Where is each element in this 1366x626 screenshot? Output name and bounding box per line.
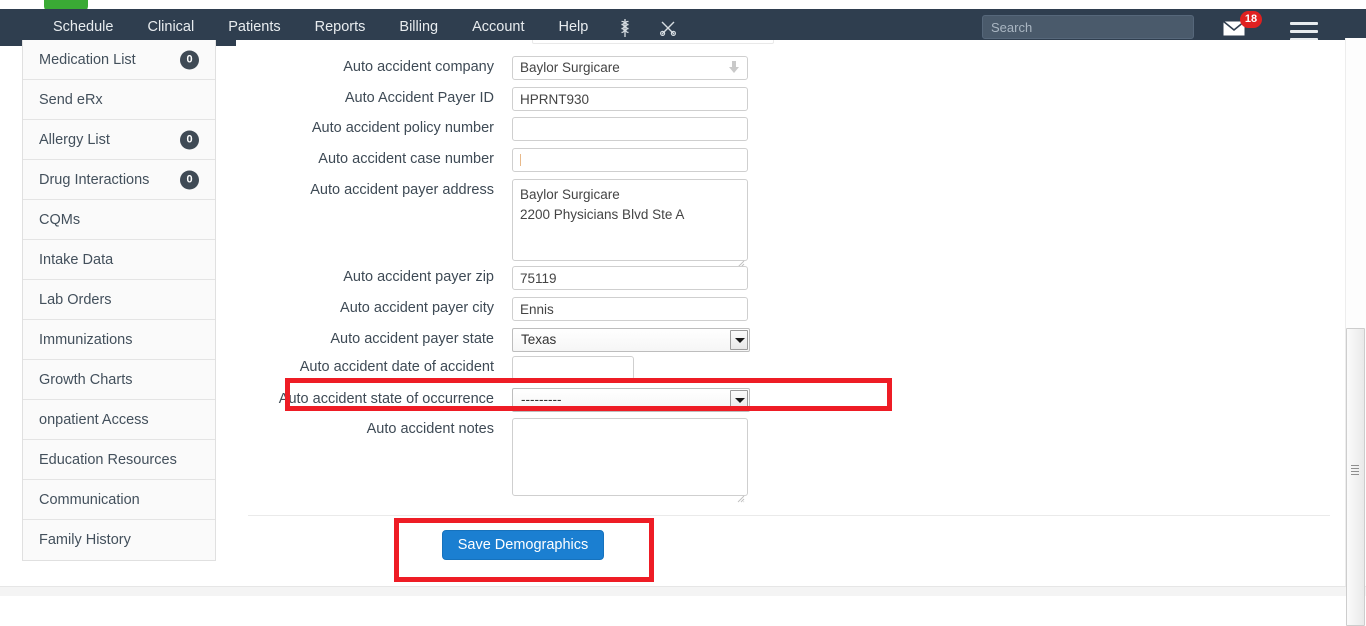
field-control <box>512 87 748 111</box>
sidebar-item-drug-interactions[interactable]: Drug Interactions 0 <box>23 160 215 200</box>
auto-accident-payer-city-input[interactable] <box>512 297 748 321</box>
chart-sidebar: Medication List 0 Send eRx Allergy List … <box>22 40 216 561</box>
field-row-auto-accident-case-number: Auto accident case number <box>236 148 748 172</box>
field-control: --------- <box>512 388 750 412</box>
auto-accident-payer-state-select[interactable]: Texas <box>512 328 750 352</box>
vertical-scrollbar-track[interactable] <box>1345 38 1366 626</box>
field-label: Auto accident case number <box>318 151 494 167</box>
field-row-auto-accident-payer-zip: Auto accident payer zip <box>236 266 748 290</box>
sidebar-item-allergy-list[interactable]: Allergy List 0 <box>23 120 215 160</box>
field-control <box>512 356 634 380</box>
field-row-auto-accident-payer-city: Auto accident payer city <box>236 297 748 321</box>
field-control: Texas <box>512 328 750 352</box>
sidebar-item-family-history[interactable]: Family History <box>23 520 215 560</box>
sidebar-item-send-erx[interactable]: Send eRx <box>23 80 215 120</box>
arrow-down-glyph <box>729 61 739 73</box>
sidebar-item-label: Medication List <box>39 51 136 68</box>
sidebar-item-label: CQMs <box>39 211 81 228</box>
field-control: Baylor Surgicare 2200 Physicians Blvd St… <box>512 179 748 268</box>
sidebar-item-label: Growth Charts <box>39 371 133 388</box>
sidebar-item-count: 0 <box>180 170 199 189</box>
field-label: Auto accident payer address <box>310 182 494 198</box>
sidebar-item-education-resources[interactable]: Education Resources <box>23 440 215 480</box>
sidebar-item-label: onpatient Access <box>39 411 149 428</box>
vertical-scrollbar-thumb[interactable] <box>1346 328 1365 626</box>
field-control <box>512 148 748 172</box>
sidebar-item-label: Family History <box>39 532 131 548</box>
sidebar-item-medication-list[interactable]: Medication List 0 <box>23 40 215 80</box>
field-label: Auto accident payer zip <box>343 269 494 285</box>
field-control <box>512 418 748 503</box>
auto-accident-notes-textarea[interactable] <box>512 418 748 496</box>
auto-accident-payer-address-textarea[interactable]: Baylor Surgicare 2200 Physicians Blvd St… <box>512 179 748 261</box>
auto-accident-payer-id-input[interactable] <box>512 87 748 111</box>
field-row-auto-accident-company: Auto accident company Baylor Surgicare <box>236 56 748 80</box>
field-control <box>512 266 748 290</box>
field-label: Auto accident payer state <box>330 331 494 347</box>
sidebar-item-cqms[interactable]: CQMs <box>23 200 215 240</box>
caduceus-glyph <box>621 18 629 37</box>
messages-badge: 18 <box>1240 11 1262 28</box>
field-row-auto-accident-policy-number: Auto accident policy number <box>236 117 748 141</box>
sidebar-item-immunizations[interactable]: Immunizations <box>23 320 215 360</box>
top-strip <box>0 0 1366 9</box>
field-row-auto-accident-notes: Auto accident notes <box>236 418 748 503</box>
scissors-glyph <box>660 21 677 36</box>
application-window: Schedule Clinical Patients Reports Billi… <box>0 0 1366 626</box>
field-row-auto-accident-state-of-occurrence: Auto accident state of occurrence ------… <box>236 388 750 412</box>
sidebar-item-label: Drug Interactions <box>39 171 150 188</box>
sidebar-item-lab-orders[interactable]: Lab Orders <box>23 280 215 320</box>
chevron-down-icon[interactable] <box>730 390 748 410</box>
hamburger-bar <box>1290 22 1318 26</box>
field-row-auto-accident-payer-id: Auto Accident Payer ID <box>236 87 748 111</box>
sidebar-item-label: Intake Data <box>39 251 114 268</box>
demographics-form: Auto accident company Baylor Surgicare A… <box>236 40 1346 595</box>
sidebar-item-label: Send eRx <box>39 91 103 108</box>
field-control: Baylor Surgicare <box>512 56 748 80</box>
field-label: Auto accident notes <box>366 421 494 437</box>
search-container <box>982 15 1194 39</box>
field-label: Auto accident company <box>343 59 494 75</box>
sidebar-item-label: Communication <box>39 491 140 508</box>
sidebar-item-onpatient-access[interactable]: onpatient Access <box>23 400 215 440</box>
messages-button[interactable]: 18 <box>1222 11 1262 41</box>
clipped-row-above <box>236 40 1346 48</box>
sidebar-item-intake-data[interactable]: Intake Data <box>23 240 215 280</box>
search-input[interactable] <box>982 15 1194 39</box>
auto-accident-payer-zip-input[interactable] <box>512 266 748 290</box>
field-control <box>512 297 748 321</box>
sidebar-item-communication[interactable]: Communication <box>23 480 215 520</box>
auto-accident-company-combobox[interactable]: Baylor Surgicare <box>512 56 748 80</box>
save-demographics-button[interactable]: Save Demographics <box>442 530 604 560</box>
auto-accident-state-of-occurrence-select[interactable]: --------- <box>512 388 750 412</box>
sidebar-item-count: 0 <box>180 130 199 149</box>
sidebar-item-label: Immunizations <box>39 331 133 348</box>
field-label: Auto Accident Payer ID <box>344 90 494 106</box>
combobox-value: Baylor Surgicare <box>520 60 620 75</box>
sidebar-item-count: 0 <box>180 50 199 69</box>
field-label: Auto accident date of accident <box>299 359 494 375</box>
field-row-auto-accident-payer-address: Auto accident payer address Baylor Surgi… <box>236 179 748 268</box>
sidebar-item-label: Lab Orders <box>39 291 112 308</box>
auto-accident-policy-number-input[interactable] <box>512 117 748 141</box>
form-divider <box>248 515 1330 516</box>
sidebar-item-label: Education Resources <box>39 451 177 468</box>
field-label: Auto accident policy number <box>311 120 494 136</box>
sidebar-item-label: Allergy List <box>39 131 110 148</box>
field-row-auto-accident-date-of-accident: Auto accident date of accident <box>236 356 634 380</box>
auto-accident-date-of-accident-input[interactable] <box>512 356 634 380</box>
sidebar-item-growth-charts[interactable]: Growth Charts <box>23 360 215 400</box>
chevron-down-icon[interactable] <box>730 330 748 350</box>
select-value: Texas <box>521 332 557 347</box>
field-row-auto-accident-payer-state: Auto accident payer state Texas <box>236 328 750 352</box>
hamburger-bar <box>1290 29 1318 34</box>
field-label: Auto accident payer city <box>340 300 494 316</box>
arrow-down-icon[interactable] <box>725 59 743 77</box>
field-label: Auto accident state of occurrence <box>278 391 494 407</box>
text-caret <box>520 154 521 166</box>
auto-accident-case-number-input[interactable] <box>512 148 748 172</box>
select-value: --------- <box>521 392 562 407</box>
field-control <box>512 117 748 141</box>
